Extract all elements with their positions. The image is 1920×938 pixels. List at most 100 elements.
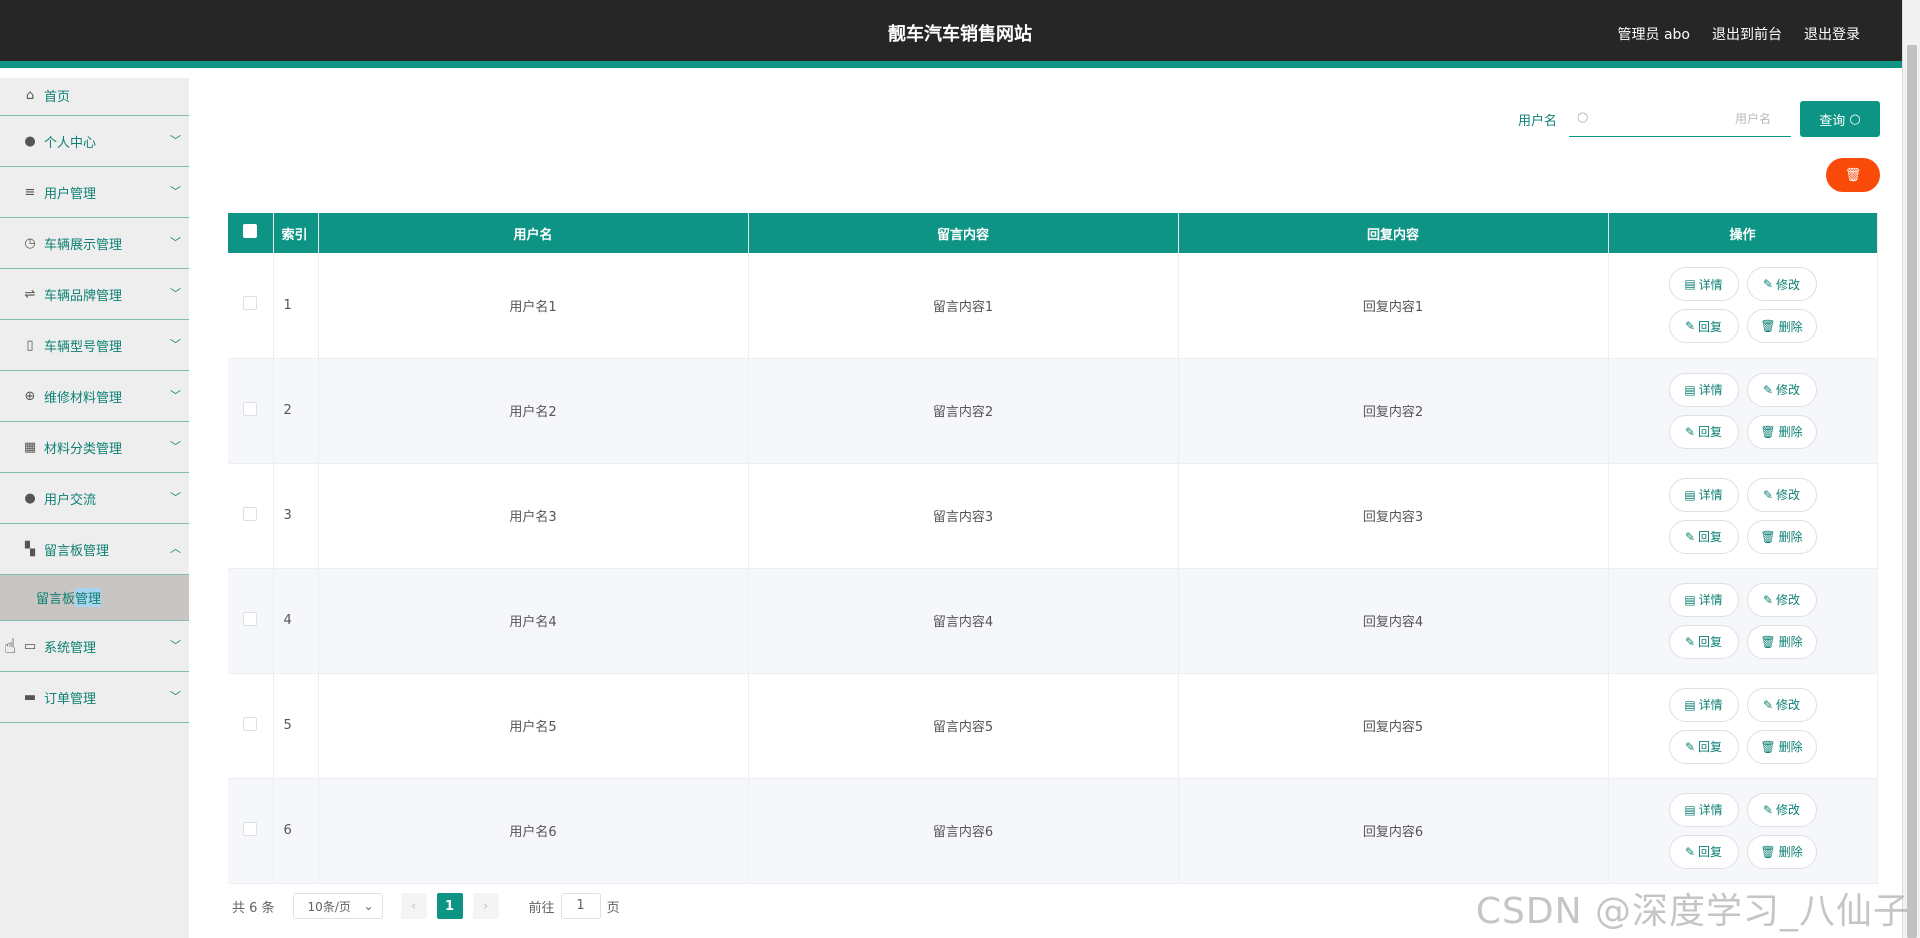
username-cell: 用户名2 (318, 358, 749, 464)
trash-icon: 🗑 (1760, 319, 1776, 334)
row-checkbox[interactable] (243, 716, 258, 731)
row-select-cell[interactable] (228, 778, 274, 884)
sidebar-item-2[interactable]: ≡ 用户管理 ﹀ (0, 167, 189, 218)
action-label: 修改 (1776, 803, 1801, 817)
sidebar-item-after-1[interactable]: ▬ 订单管理 ﹀ (0, 672, 189, 723)
row-checkbox[interactable] (243, 401, 258, 416)
edit-icon: ✎ (1762, 487, 1774, 502)
page-number[interactable]: 1 (436, 893, 463, 919)
reply-icon: ✎ (1684, 844, 1696, 859)
actions-cell: ▤ 详情 ✎ 修改 ✎ 回复 🗑 删除 (1608, 778, 1878, 884)
message-cell: 留言内容4 (748, 568, 1179, 674)
reply-button[interactable]: ✎ 回复 (1668, 414, 1739, 449)
detail-button[interactable]: ▤ 详情 (1668, 267, 1739, 302)
sidebar-item-label: 材料分类管理 (44, 441, 123, 457)
goto-page-input[interactable]: 1 (560, 893, 601, 919)
search-field[interactable]: ○ (1569, 101, 1791, 137)
username-cell: 用户名4 (318, 568, 749, 674)
delete-button[interactable]: 🗑 删除 (1746, 729, 1817, 764)
reply-button[interactable]: ✎ 回复 (1668, 834, 1739, 869)
message-cell: 留言内容2 (748, 358, 1179, 464)
submenu-item-message-board[interactable]: 留言板 管理 (0, 575, 189, 621)
scrollbar-thumb[interactable] (1907, 45, 1917, 938)
reply-button[interactable]: ✎ 回复 (1668, 309, 1739, 344)
select-all-checkbox[interactable] (243, 224, 258, 238)
detail-button[interactable]: ▤ 详情 (1668, 687, 1739, 722)
reply-button[interactable]: ✎ 回复 (1668, 729, 1739, 764)
detail-icon: ▤ (1684, 592, 1696, 607)
sidebar-item-after-0[interactable]: ▭ 系统管理 ﹀ (0, 621, 189, 672)
chevron-icon: ﹀ (170, 639, 181, 653)
search-bar: 用户名 ○ 查询 ○ (1518, 101, 1880, 137)
sidebar-item-1[interactable]: ● 个人中心 ﹀ (0, 116, 189, 167)
edit-button[interactable]: ✎ 修改 (1746, 267, 1817, 302)
apps-icon: ▚ (25, 541, 35, 557)
reply-icon: ✎ (1684, 529, 1696, 544)
sidebar-item-7[interactable]: ▦ 材料分类管理 ﹀ (0, 422, 189, 473)
row-select-cell[interactable] (228, 568, 274, 674)
actions-cell: ▤ 详情 ✎ 修改 ✎ 回复 🗑 删除 (1608, 673, 1878, 779)
index-cell: 1 (273, 253, 319, 359)
delete-button[interactable]: 🗑 删除 (1746, 309, 1817, 344)
row-checkbox[interactable] (243, 821, 258, 836)
index-cell: 5 (273, 673, 319, 779)
sidebar-item-9[interactable]: ▚ 留言板管理 ︿ (0, 524, 189, 575)
delete-button[interactable]: 🗑 删除 (1746, 519, 1817, 554)
reply-cell: 回复内容1 (1178, 253, 1609, 359)
chevron-icon: ﹀ (170, 690, 181, 704)
detail-icon: ▤ (1684, 277, 1696, 292)
prev-page-button[interactable]: ‹ (400, 893, 427, 919)
edit-button[interactable]: ✎ 修改 (1746, 372, 1817, 407)
edit-button[interactable]: ✎ 修改 (1746, 582, 1817, 617)
index-cell: 2 (273, 358, 319, 464)
sidebar-item-5[interactable]: ▯ 车辆型号管理 ﹀ (0, 320, 189, 371)
action-label: 详情 (1698, 488, 1723, 502)
query-button[interactable]: 查询 ○ (1800, 101, 1880, 137)
admin-user-link[interactable]: 管理员 abo (1618, 24, 1690, 44)
edit-button[interactable]: ✎ 修改 (1746, 687, 1817, 722)
watermark: CSDN @深度学习_八仙子 (1475, 891, 1910, 932)
edit-icon: ✎ (1762, 592, 1774, 607)
table-row: 4 用户名4 留言内容4 回复内容4 ▤ 详情 ✎ 修改 ✎ 回复 🗑 删除 (228, 568, 1878, 674)
row-select-cell[interactable] (228, 253, 274, 359)
search-label: 用户名 (1517, 113, 1557, 129)
row-checkbox[interactable] (243, 611, 258, 626)
action-label: 回复 (1698, 845, 1723, 859)
row-checkbox[interactable] (243, 506, 258, 521)
sidebar-item-0[interactable]: ⌂ 首页 (0, 76, 189, 116)
row-select-cell[interactable] (228, 673, 274, 779)
detail-button[interactable]: ▤ 详情 (1668, 477, 1739, 512)
username-search-input[interactable] (1599, 107, 1779, 131)
batch-delete-button[interactable]: 🗑 (1826, 158, 1880, 192)
detail-button[interactable]: ▤ 详情 (1668, 582, 1739, 617)
next-page-button[interactable]: › (472, 893, 499, 919)
sidebar-item-3[interactable]: ◷ 车辆展示管理 ﹀ (0, 218, 189, 269)
delete-button[interactable]: 🗑 删除 (1746, 834, 1817, 869)
delete-button[interactable]: 🗑 删除 (1746, 414, 1817, 449)
delete-button[interactable]: 🗑 删除 (1746, 624, 1817, 659)
row-checkbox[interactable] (243, 296, 258, 311)
trash-icon: 🗑 (1760, 529, 1776, 544)
monitor-icon: ▭ (23, 638, 37, 654)
page-scrollbar[interactable] (1902, 0, 1920, 938)
hand-cursor-icon: ☝ (4, 634, 17, 658)
sidebar-item-8[interactable]: ● 用户交流 ﹀ (0, 473, 189, 524)
sidebar-item-4[interactable]: ⇌ 车辆品牌管理 ﹀ (0, 269, 189, 320)
exit-to-front-link[interactable]: 退出到前台 (1712, 24, 1782, 44)
reply-button[interactable]: ✎ 回复 (1668, 519, 1739, 554)
reply-button[interactable]: ✎ 回复 (1668, 624, 1739, 659)
edit-button[interactable]: ✎ 修改 (1746, 477, 1817, 512)
row-select-cell[interactable] (228, 358, 274, 464)
logout-link[interactable]: 退出登录 (1804, 24, 1860, 44)
edit-button[interactable]: ✎ 修改 (1746, 792, 1817, 827)
detail-icon: ▤ (1684, 697, 1696, 712)
page-size-select[interactable]: 10条/页 ⌄ (292, 893, 383, 919)
select-all-cell[interactable] (228, 213, 274, 253)
action-label: 删除 (1778, 845, 1803, 859)
row-select-cell[interactable] (228, 463, 274, 569)
trash-icon: 🗑 (1760, 634, 1776, 649)
sidebar-item-6[interactable]: ⊕ 维修材料管理 ﹀ (0, 371, 189, 422)
detail-icon: ▤ (1684, 487, 1696, 502)
detail-button[interactable]: ▤ 详情 (1668, 792, 1739, 827)
detail-button[interactable]: ▤ 详情 (1668, 372, 1739, 407)
